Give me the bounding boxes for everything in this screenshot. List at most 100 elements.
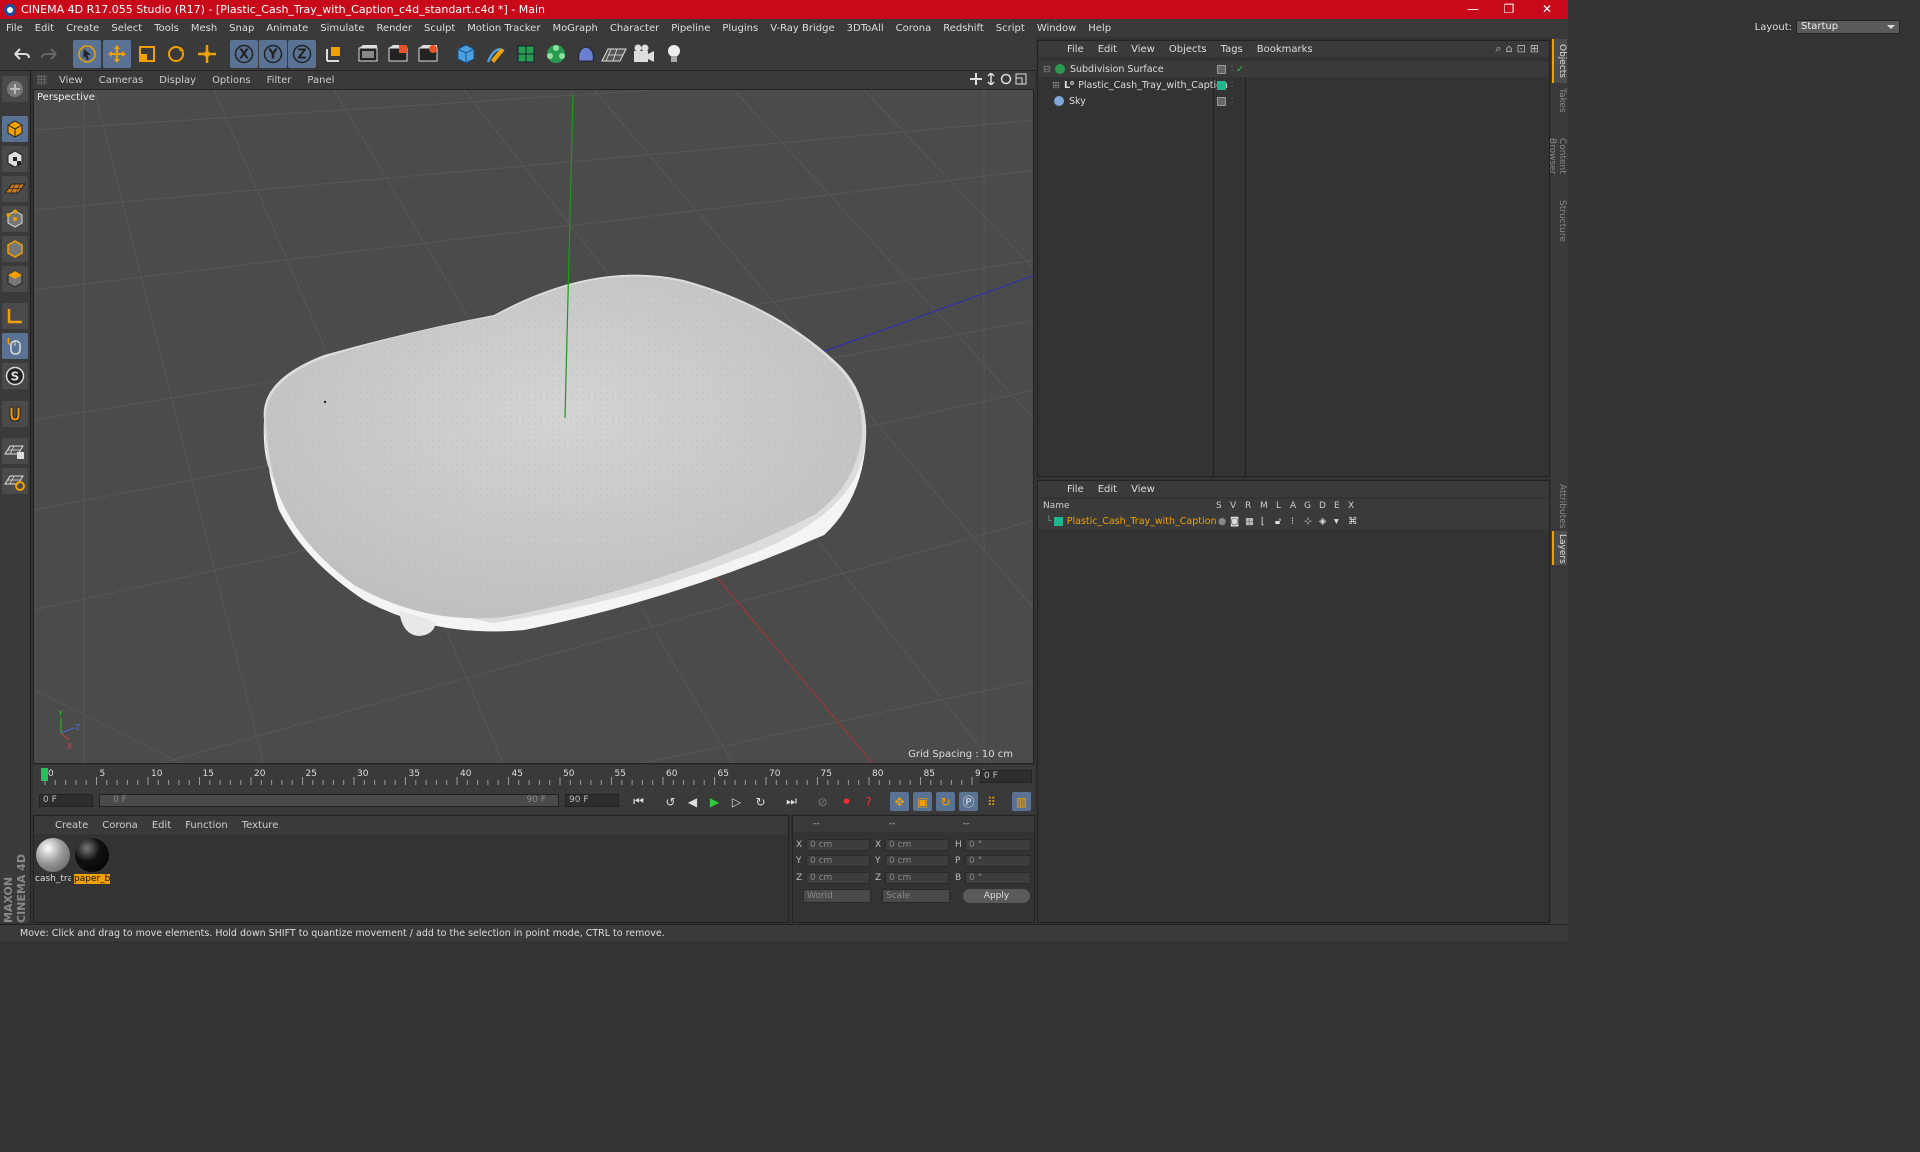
menu-3dtoall[interactable]: 3DToAll (841, 23, 890, 34)
x-axis-icon[interactable]: X (230, 40, 258, 68)
layer-solo-icon[interactable]: ● (1218, 516, 1226, 527)
go-to-end-icon[interactable]: ⏭ (782, 792, 801, 811)
layout-dropdown[interactable]: Startup (1796, 20, 1900, 34)
render-settings-icon[interactable] (414, 40, 442, 68)
material-menu-create[interactable]: Create (48, 820, 95, 831)
viewport-menu-display[interactable]: Display (151, 75, 204, 86)
end-frame-field[interactable]: 90 F (565, 794, 619, 807)
menu-render[interactable]: Render (370, 23, 418, 34)
keyframe-icon[interactable]: ⊘ (813, 792, 832, 811)
floor-icon[interactable] (600, 40, 628, 68)
menu-mesh[interactable]: Mesh (185, 23, 223, 34)
objects-menu-file[interactable]: File (1060, 44, 1091, 55)
make-editable-icon[interactable] (2, 76, 28, 102)
viewport-menu-filter[interactable]: Filter (259, 75, 300, 86)
column-generators[interactable]: G (1304, 501, 1311, 511)
visibility-dots-icon[interactable]: ⁚ (1231, 81, 1233, 89)
layers-menu-file[interactable]: File (1060, 484, 1091, 495)
layer-render-icon[interactable]: ▦ (1245, 516, 1254, 527)
visibility-dots-icon[interactable]: ⁚ (1231, 65, 1233, 73)
menu-window[interactable]: Window (1031, 23, 1082, 34)
key-position-icon[interactable]: ✥ (890, 792, 909, 811)
position-x-field[interactable]: 0 cm (806, 839, 870, 851)
menu-pipeline[interactable]: Pipeline (665, 23, 716, 34)
menu-simulate[interactable]: Simulate (314, 23, 370, 34)
polygons-mode-icon[interactable] (2, 266, 28, 292)
magnet-icon[interactable] (2, 401, 28, 427)
workplane-icon[interactable] (2, 176, 28, 202)
column-locked[interactable]: L (1276, 501, 1281, 511)
apply-button[interactable]: Apply (963, 889, 1030, 903)
menu-script[interactable]: Script (990, 23, 1031, 34)
menu-select[interactable]: Select (105, 23, 148, 34)
layer-manager-icon[interactable]: ⌊ (1261, 516, 1265, 527)
size-y-field[interactable]: 0 cm (885, 855, 949, 867)
layer-xref-icon[interactable]: ⌘ (1348, 516, 1358, 527)
layer-generator-icon[interactable]: ⊹ (1304, 516, 1312, 527)
column-view[interactable]: V (1230, 501, 1236, 511)
material-menu-corona[interactable]: Corona (95, 820, 145, 831)
size-z-field[interactable]: 0 cm (885, 872, 949, 884)
visibility-dots-icon[interactable]: ⁚ (1231, 97, 1233, 105)
menu-corona[interactable]: Corona (890, 23, 938, 34)
viewport-menu-panel[interactable]: Panel (299, 75, 342, 86)
object-row[interactable]: ⊟ Subdivision Surface ⁚ ✓ (1038, 61, 1549, 77)
y-axis-icon[interactable]: Y (259, 40, 287, 68)
light-icon[interactable] (660, 40, 688, 68)
camera-icon[interactable] (630, 40, 658, 68)
next-key-icon[interactable]: ↻ (751, 792, 770, 811)
position-y-field[interactable]: 0 cm (806, 855, 870, 867)
world-coord-icon[interactable] (320, 40, 348, 68)
previous-frame-icon[interactable]: ◀ (683, 792, 702, 811)
auto-key-icon[interactable]: ? (859, 792, 878, 811)
viewport-menu-options[interactable]: Options (204, 75, 259, 86)
tab-takes[interactable]: Takes (1552, 85, 1567, 113)
object-row[interactable]: ⊞ L⁰ Plastic_Cash_Tray_with_Caption ⁚ (1038, 77, 1549, 93)
object-manager-nav-icons[interactable]: ⌕⌂⊡⊞ (1495, 42, 1543, 56)
layer-animation-icon[interactable]: ⁝ (1291, 516, 1294, 527)
size-x-field[interactable]: 0 cm (885, 839, 949, 851)
column-solo[interactable]: S (1216, 501, 1222, 511)
axis-mode-icon[interactable] (2, 303, 28, 329)
tab-layers[interactable]: Layers (1552, 531, 1567, 565)
cube-icon[interactable] (452, 40, 480, 68)
objects-menu-tags[interactable]: Tags (1214, 44, 1250, 55)
pen-icon[interactable] (482, 40, 510, 68)
column-deformers[interactable]: D (1319, 501, 1326, 511)
play-icon[interactable]: ▶ (705, 792, 724, 811)
key-rotation-icon[interactable]: ↻ (936, 792, 955, 811)
layers-menu-view[interactable]: View (1124, 484, 1162, 495)
position-z-field[interactable]: 0 cm (806, 872, 870, 884)
tab-content-browser[interactable]: Content Browser (1547, 117, 1567, 195)
timeline-window-icon[interactable]: ▥ (1012, 792, 1031, 811)
menu-create[interactable]: Create (60, 23, 105, 34)
rotate-icon[interactable] (162, 40, 190, 68)
cloner-icon[interactable] (542, 40, 570, 68)
minimize-button[interactable]: — (1456, 0, 1490, 19)
tab-objects[interactable]: Objects (1552, 39, 1567, 83)
material-menu-edit[interactable]: Edit (145, 820, 178, 831)
key-scale-icon[interactable]: ▣ (913, 792, 932, 811)
model-mode-icon[interactable] (2, 116, 28, 142)
orbit-view-icon[interactable] (1000, 73, 1012, 85)
layer-view-icon[interactable]: ◙ (1230, 516, 1239, 527)
grid-lock-icon[interactable] (2, 438, 28, 464)
layer-deformer-icon[interactable]: ◈ (1319, 516, 1326, 527)
layer-box-icon[interactable] (1217, 96, 1226, 106)
menu-plugins[interactable]: Plugins (716, 23, 764, 34)
menu-motion-tracker[interactable]: Motion Tracker (461, 23, 546, 34)
timeline-ruler[interactable]: 051015202530354045505560657075808590 0 F (33, 765, 1035, 789)
menu-snap[interactable]: Snap (223, 23, 260, 34)
timeline-playhead[interactable] (41, 768, 48, 781)
column-render[interactable]: R (1245, 501, 1251, 511)
material-menu-function[interactable]: Function (178, 820, 235, 831)
transform-icon[interactable] (193, 40, 221, 68)
coord-system-dropdown[interactable]: World (803, 889, 871, 903)
size-mode-dropdown[interactable]: Scale (882, 889, 950, 903)
menu-animate[interactable]: Animate (260, 23, 314, 34)
objects-menu-objects[interactable]: Objects (1162, 44, 1214, 55)
restore-button[interactable]: ❐ (1492, 0, 1526, 19)
render-picture-viewer-icon[interactable] (384, 40, 412, 68)
column-manager[interactable]: M (1260, 501, 1268, 511)
tab-attributes[interactable]: Attributes (1552, 481, 1567, 529)
